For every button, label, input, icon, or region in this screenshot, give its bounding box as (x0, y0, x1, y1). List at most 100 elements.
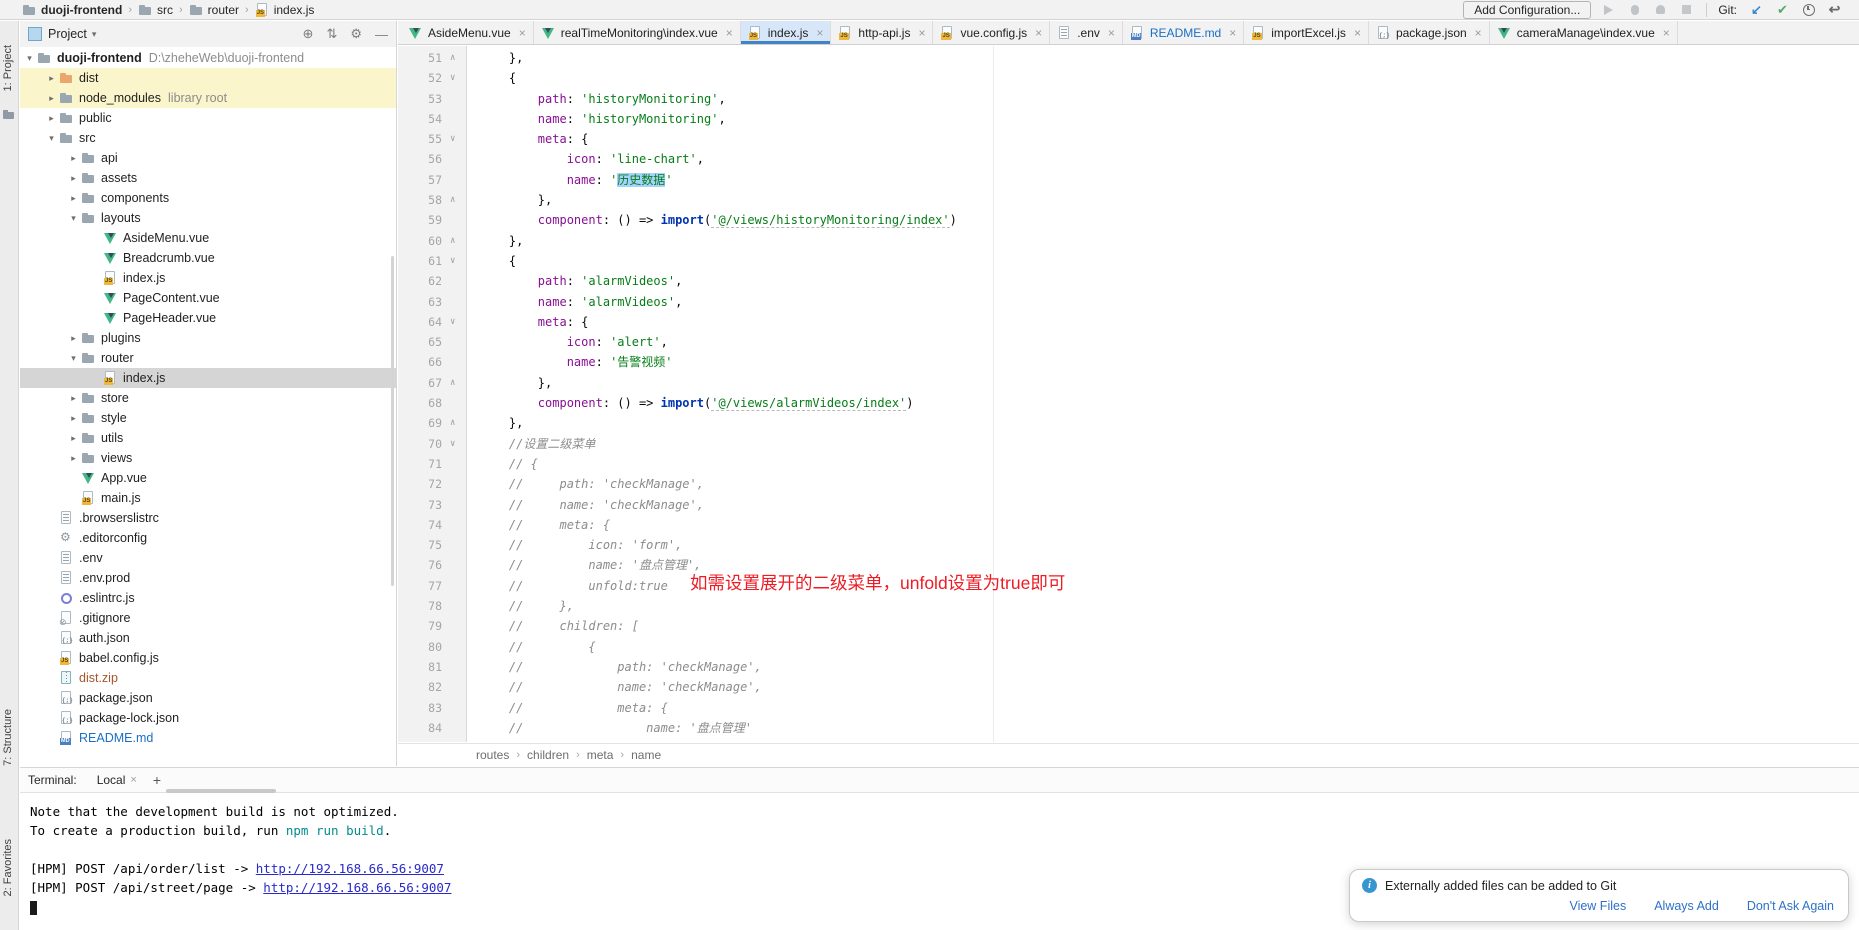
settings-button[interactable]: ⚙ (350, 26, 362, 42)
fold-marker[interactable]: ∨ (450, 251, 455, 271)
breadcrumb-item[interactable]: src (138, 3, 173, 17)
locate-file-button[interactable]: ⊕ (303, 26, 314, 42)
close-icon[interactable]: × (1354, 26, 1361, 40)
chevron-down-icon[interactable]: ▾ (44, 133, 59, 144)
tree-item[interactable]: main.js (20, 488, 396, 508)
chevron-right-icon[interactable]: ▸ (66, 333, 81, 344)
tree-item[interactable]: index.js (20, 268, 396, 288)
fold-marker[interactable]: ∧ (450, 48, 455, 68)
close-icon[interactable]: × (1035, 26, 1042, 40)
close-icon[interactable]: × (1663, 26, 1670, 40)
new-terminal-button[interactable]: + (153, 772, 161, 788)
chevron-right-icon[interactable]: ▸ (66, 393, 81, 404)
editor-breadcrumb-item[interactable]: meta (587, 748, 614, 762)
panel-scrollbar[interactable] (391, 256, 394, 586)
close-icon[interactable]: × (1108, 26, 1115, 40)
tool-window-favorites-button[interactable]: 2: Favorites (2, 839, 14, 896)
tree-item[interactable]: .eslintrc.js (20, 588, 396, 608)
tree-item[interactable]: ▸style (20, 408, 396, 428)
breadcrumb-item[interactable]: duoji-frontend (22, 3, 122, 17)
tool-window-project-button[interactable]: 1: Project (2, 45, 14, 91)
tree-item[interactable]: Breadcrumb.vue (20, 248, 396, 268)
terminal-tab-local[interactable]: Local × (93, 773, 141, 787)
editor-tab[interactable]: README.md× (1123, 21, 1244, 44)
tree-item[interactable]: PageHeader.vue (20, 308, 396, 328)
fold-marker[interactable]: ∧ (450, 373, 455, 393)
chevron-right-icon[interactable]: ▸ (66, 173, 81, 184)
chevron-down-icon[interactable]: ▾ (66, 213, 81, 224)
tree-item[interactable]: ▾src (20, 128, 396, 148)
coverage-button[interactable] (1652, 2, 1669, 18)
tree-item[interactable]: README.md (20, 728, 396, 748)
debug-button[interactable] (1626, 2, 1643, 18)
git-commit-button[interactable]: ✔ (1774, 2, 1791, 18)
notification-action-link[interactable]: Always Add (1654, 899, 1719, 913)
tree-item[interactable]: ▾duoji-frontendD:\zheheWeb\duoji-fronten… (20, 48, 396, 68)
editor-tab[interactable]: cameraManage\index.vue× (1490, 21, 1678, 44)
close-icon[interactable]: × (1475, 26, 1482, 40)
fold-marker[interactable]: ∨ (450, 434, 455, 454)
add-configuration-button[interactable]: Add Configuration... (1463, 1, 1591, 19)
tree-item[interactable]: dist.zip (20, 668, 396, 688)
editor-tab[interactable]: AsideMenu.vue× (401, 21, 534, 44)
editor-tab[interactable]: importExcel.js× (1244, 21, 1369, 44)
hide-panel-button[interactable]: — (375, 27, 388, 42)
chevron-down-icon[interactable]: ▾ (66, 353, 81, 364)
tree-item[interactable]: ▾layouts (20, 208, 396, 228)
fold-marker[interactable]: ∧ (450, 231, 455, 251)
stop-button[interactable] (1678, 2, 1695, 18)
chevron-right-icon[interactable]: ▸ (44, 113, 59, 124)
tree-item[interactable]: ▸api (20, 148, 396, 168)
editor-tab[interactable]: http-api.js× (831, 21, 933, 44)
editor-tab[interactable]: .env× (1050, 21, 1123, 44)
chevron-right-icon[interactable]: ▸ (66, 453, 81, 464)
tree-item[interactable]: .editorconfig (20, 528, 396, 548)
chevron-right-icon[interactable]: ▸ (44, 93, 59, 104)
tree-item[interactable]: package-lock.json (20, 708, 396, 728)
breadcrumb-item[interactable]: index.js (255, 3, 315, 17)
tree-item[interactable]: ▸public (20, 108, 396, 128)
chevron-down-icon[interactable]: ▾ (92, 29, 97, 40)
tree-item[interactable]: PageContent.vue (20, 288, 396, 308)
run-button[interactable] (1600, 2, 1617, 18)
close-icon[interactable]: × (816, 26, 823, 40)
breadcrumb-item[interactable]: router (189, 3, 239, 17)
chevron-right-icon[interactable]: ▸ (66, 433, 81, 444)
tree-item[interactable]: ▸plugins (20, 328, 396, 348)
tree-item[interactable]: ▸utils (20, 428, 396, 448)
tree-item[interactable]: ▸components (20, 188, 396, 208)
chevron-down-icon[interactable]: ▾ (22, 53, 37, 64)
tree-item[interactable]: .browserslistrc (20, 508, 396, 528)
tree-item[interactable]: ▸dist (20, 68, 396, 88)
tool-window-structure-button[interactable]: 7: Structure (2, 709, 14, 766)
fold-marker[interactable]: ∧ (450, 190, 455, 210)
chevron-right-icon[interactable]: ▸ (66, 193, 81, 204)
collapse-all-button[interactable]: ⇅ (326, 26, 337, 42)
fold-marker[interactable]: ∨ (450, 312, 455, 332)
chevron-right-icon[interactable]: ▸ (66, 413, 81, 424)
chevron-right-icon[interactable]: ▸ (66, 153, 81, 164)
git-rollback-button[interactable]: ↩ (1826, 2, 1843, 18)
tree-item[interactable]: package.json (20, 688, 396, 708)
fold-marker[interactable]: ∨ (450, 129, 455, 149)
tree-item[interactable]: .env (20, 548, 396, 568)
notification-action-link[interactable]: Don't Ask Again (1747, 899, 1834, 913)
tree-item[interactable]: ▸views (20, 448, 396, 468)
notification-action-link[interactable]: View Files (1569, 899, 1626, 913)
tree-item[interactable]: ▸store (20, 388, 396, 408)
terminal-link[interactable]: http://192.168.66.56:9007 (256, 861, 444, 876)
git-update-button[interactable]: ↙ (1748, 2, 1765, 18)
tree-item[interactable]: AsideMenu.vue (20, 228, 396, 248)
editor-tab[interactable]: package.json× (1369, 21, 1490, 44)
tree-item[interactable]: .gitignore (20, 608, 396, 628)
editor-tab[interactable]: index.js× (741, 21, 832, 44)
close-icon[interactable]: × (918, 26, 925, 40)
tree-item[interactable]: ▾router (20, 348, 396, 368)
tree-item[interactable]: ▸assets (20, 168, 396, 188)
tree-item[interactable]: ▸node_moduleslibrary root (20, 88, 396, 108)
editor-tab[interactable]: realTimeMonitoring\index.vue× (534, 21, 741, 44)
editor-breadcrumb-item[interactable]: children (527, 748, 569, 762)
tree-item[interactable]: App.vue (20, 468, 396, 488)
editor-breadcrumb-item[interactable]: name (631, 748, 661, 762)
editor-tab[interactable]: vue.config.js× (933, 21, 1050, 44)
